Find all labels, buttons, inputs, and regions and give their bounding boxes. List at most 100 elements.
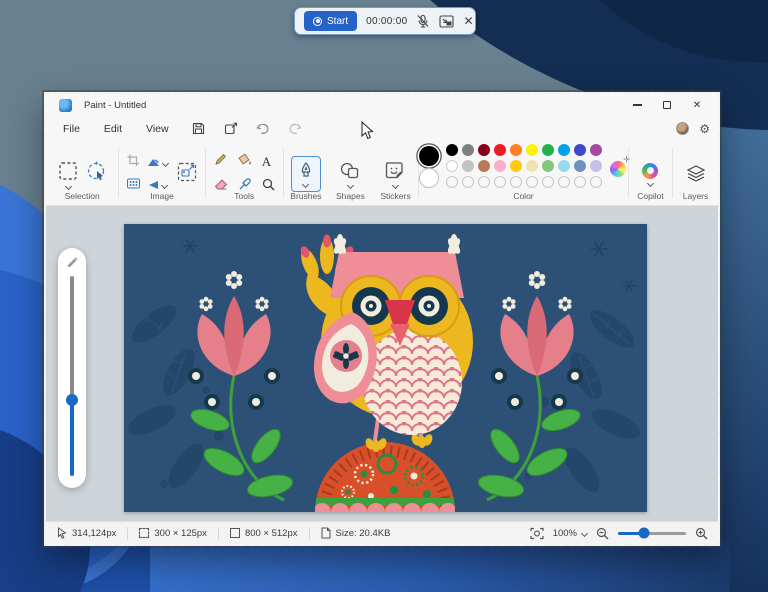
text-tool-icon[interactable]: A	[262, 154, 275, 170]
title-bar[interactable]: Paint - Untitled ✕	[46, 94, 718, 116]
zoom-slider-thumb[interactable]	[638, 528, 649, 539]
fill-tool-icon[interactable]	[238, 153, 252, 171]
chevron-down-icon	[160, 181, 167, 188]
selection-section: Selection	[46, 141, 118, 205]
desktop: { "recorder": { "start": "Start", "timer…	[0, 0, 768, 592]
layers-button[interactable]	[685, 163, 707, 185]
chevron-down-icon	[65, 182, 72, 189]
zoom-out-icon[interactable]	[596, 527, 609, 540]
freeform-select-tool[interactable]	[85, 160, 107, 189]
color-swatch[interactable]	[462, 144, 474, 156]
minimize-button[interactable]	[622, 94, 652, 116]
close-button[interactable]: ✕	[682, 94, 712, 116]
empty-color-slot[interactable]	[510, 176, 522, 188]
empty-color-slot[interactable]	[462, 176, 474, 188]
color-swatch[interactable]	[574, 144, 586, 156]
file-size-icon	[321, 527, 331, 539]
crop-icon[interactable]	[127, 154, 140, 172]
menu-bar: File Edit View ⚙	[46, 116, 718, 141]
color-swatch[interactable]	[462, 160, 474, 172]
copilot-button[interactable]	[642, 163, 658, 186]
brush-size-slider[interactable]	[70, 276, 74, 476]
shapes-section: Shapes	[328, 141, 373, 205]
rectangle-select-tool[interactable]	[57, 160, 79, 189]
color-swatch[interactable]	[558, 160, 570, 172]
share-icon[interactable]	[219, 120, 243, 138]
brush-size-slider-panel	[58, 248, 86, 488]
slider-thumb[interactable]	[66, 394, 78, 406]
zoom-slider[interactable]	[618, 532, 686, 535]
save-icon[interactable]	[187, 120, 211, 138]
background-color-swatch[interactable]	[419, 168, 439, 188]
record-start-button[interactable]: Start	[304, 11, 357, 31]
color-swatch[interactable]	[510, 160, 522, 172]
empty-color-slot[interactable]	[494, 176, 506, 188]
fit-to-screen-icon[interactable]	[530, 527, 544, 540]
empty-color-slot[interactable]	[478, 176, 490, 188]
stickers-button[interactable]	[385, 161, 406, 188]
ribbon-toolbar: Selection	[46, 141, 718, 206]
drawing-canvas[interactable]	[124, 224, 647, 512]
color-swatch[interactable]	[542, 160, 554, 172]
mouse-cursor	[361, 121, 374, 140]
settings-gear-icon[interactable]: ⚙	[699, 123, 710, 135]
empty-color-slot[interactable]	[542, 176, 554, 188]
zoom-in-icon[interactable]	[695, 527, 708, 540]
empty-color-slot[interactable]	[590, 176, 602, 188]
menu-file[interactable]: File	[53, 120, 90, 138]
copilot-label: Copilot	[629, 191, 672, 201]
color-swatch[interactable]	[542, 144, 554, 156]
zoom-level-value: 100%	[553, 528, 577, 539]
foreground-color-swatch[interactable]	[419, 146, 439, 166]
empty-color-slot[interactable]	[446, 176, 458, 188]
layers-section: Layers	[673, 141, 718, 205]
color-swatch[interactable]	[446, 160, 458, 172]
brushes-section: Brushes	[284, 141, 328, 205]
empty-color-slot[interactable]	[574, 176, 586, 188]
record-start-label: Start	[327, 16, 348, 27]
undo-icon[interactable]	[251, 120, 275, 138]
brush-size-icon	[66, 256, 78, 268]
rotate-icon[interactable]	[146, 157, 168, 169]
color-swatch[interactable]	[494, 144, 506, 156]
recorder-close-icon[interactable]: ✕	[463, 14, 473, 28]
image-label: Image	[119, 191, 204, 201]
color-swatch[interactable]	[494, 160, 506, 172]
color-swatch[interactable]	[590, 160, 602, 172]
picture-in-picture-icon[interactable]	[439, 13, 454, 29]
pencil-tool-icon[interactable]	[214, 153, 228, 171]
image-size-icon	[230, 528, 240, 538]
zoom-level-dropdown[interactable]: 100%	[553, 528, 587, 539]
empty-color-slot[interactable]	[526, 176, 538, 188]
menu-view[interactable]: View	[136, 120, 179, 138]
shapes-button[interactable]	[339, 161, 361, 188]
menu-edit[interactable]: Edit	[94, 120, 132, 138]
maximize-button[interactable]	[652, 94, 682, 116]
screen-recorder-toolbar: Start 00:00:00 ✕	[294, 7, 476, 35]
color-swatch[interactable]	[446, 144, 458, 156]
color-swatch[interactable]	[510, 144, 522, 156]
maximize-icon	[663, 101, 671, 109]
color-swatch[interactable]	[478, 144, 490, 156]
tools-section: A Tools	[206, 141, 283, 205]
cursor-icon	[57, 527, 67, 539]
color-swatch[interactable]	[558, 144, 570, 156]
flip-icon[interactable]	[146, 179, 168, 191]
layers-label: Layers	[673, 191, 718, 201]
color-swatch[interactable]	[590, 144, 602, 156]
tools-label: Tools	[206, 191, 283, 201]
redo-icon[interactable]	[283, 120, 307, 138]
empty-color-slot[interactable]	[558, 176, 570, 188]
brushes-button[interactable]	[291, 156, 321, 192]
window-title: Paint - Untitled	[84, 100, 146, 111]
color-swatch[interactable]	[526, 160, 538, 172]
color-swatch[interactable]	[478, 160, 490, 172]
resize-icon[interactable]	[176, 161, 198, 188]
status-bar: 314,124px 300 × 125px 800 × 512px Size: …	[46, 521, 718, 544]
edit-colors-button[interactable]: ✛	[610, 157, 628, 177]
color-swatch[interactable]	[574, 160, 586, 172]
color-swatch[interactable]	[526, 144, 538, 156]
chevron-down-icon	[647, 179, 654, 186]
account-avatar[interactable]	[676, 122, 689, 135]
microphone-muted-icon[interactable]	[416, 13, 430, 29]
